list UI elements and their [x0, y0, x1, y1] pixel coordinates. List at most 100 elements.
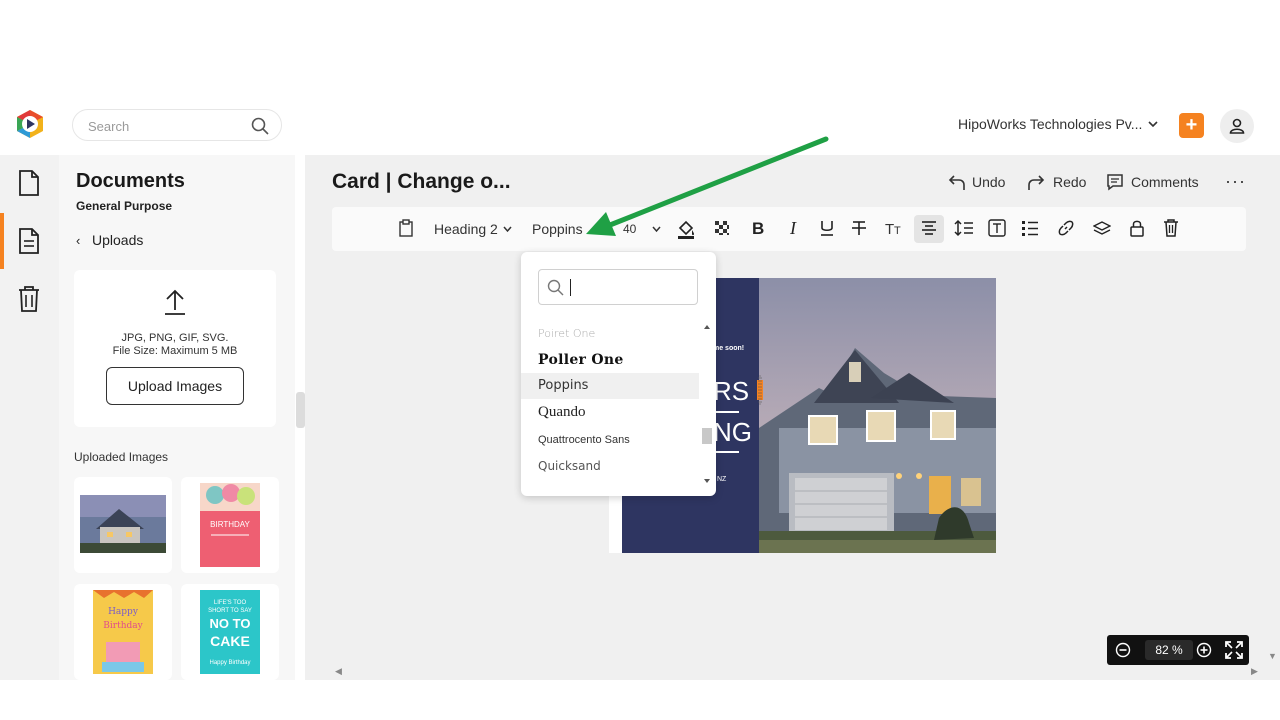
upload-requirements: JPG, PNG, GIF, SVG. File Size: Maximum 5… [74, 332, 276, 358]
comments-label: Comments [1131, 174, 1199, 190]
delete-icon[interactable] [1163, 219, 1179, 237]
upload-arrow-icon [165, 289, 185, 315]
card-text-top: me soon! [713, 345, 744, 352]
align-center-icon[interactable] [920, 219, 938, 237]
thumb-cake-text: CAKE [210, 633, 250, 649]
thumb-birthday-text: BIRTHDAY [210, 520, 250, 529]
rail-item-new-document[interactable] [0, 155, 59, 211]
uploaded-image-birthday-yellow[interactable]: Happy Birthday [74, 584, 172, 680]
fullscreen-icon[interactable] [1225, 641, 1243, 659]
chevron-down-icon[interactable] [1147, 118, 1159, 130]
document-lines-icon [19, 228, 39, 254]
svg-text:T: T [885, 221, 894, 237]
fill-color-icon[interactable] [676, 219, 696, 239]
format-toolbar: Heading 2 Poppins 40 B I T T [332, 207, 1246, 251]
birthday-yellow-thumbnail: Happy Birthday [93, 590, 153, 674]
italic-icon[interactable]: I [786, 219, 802, 237]
uploaded-image-house[interactable] [74, 477, 172, 573]
search-icon [547, 279, 564, 296]
zoom-control: 82 % [1107, 635, 1249, 665]
svg-text:B: B [752, 219, 764, 237]
font-search-input[interactable] [538, 269, 698, 305]
font-option-quattrocento-sans[interactable]: Quattrocento Sans [521, 427, 699, 453]
more-options-icon[interactable]: ··· [1225, 171, 1246, 192]
zoom-in-icon[interactable] [1196, 642, 1212, 658]
link-icon[interactable] [1057, 219, 1075, 237]
panel-subtitle: General Purpose [76, 199, 173, 213]
undo-icon [948, 175, 965, 190]
card-text-rs: RS [713, 376, 749, 406]
user-icon [1229, 118, 1245, 134]
birthday-pink-thumbnail: BIRTHDAY [200, 483, 260, 567]
scroll-down-icon[interactable]: ▼ [1268, 651, 1277, 661]
uploaded-image-birthday-pink[interactable]: BIRTHDAY [181, 477, 279, 573]
thumb-no-to-text: NO TO [210, 616, 251, 631]
underline-icon[interactable] [818, 219, 836, 237]
rail-item-trash[interactable] [0, 271, 59, 327]
font-option-poller-one[interactable]: Poller One [521, 347, 699, 373]
zoom-number: 82 [1155, 643, 1169, 657]
zoom-value[interactable]: 82 % [1145, 640, 1193, 660]
upload-images-button[interactable]: Upload Images [106, 367, 244, 405]
uploaded-images-label: Uploaded Images [74, 450, 169, 464]
text-style-select[interactable]: Heading 2 [434, 221, 498, 237]
dropdown-scrollbar[interactable] [701, 320, 713, 488]
scroll-right-icon[interactable]: ▶ [1251, 666, 1258, 677]
list-icon[interactable] [1021, 219, 1039, 237]
scroll-left-icon[interactable]: ◀ [335, 666, 342, 677]
uploads-panel: Documents General Purpose ‹ Uploads JPG, … [59, 155, 295, 680]
back-label: Uploads [92, 232, 144, 248]
svg-text:I: I [789, 219, 797, 237]
layers-icon[interactable] [1093, 219, 1111, 237]
card-text-ng: NG [713, 417, 752, 447]
font-family-select[interactable]: Poppins [532, 221, 583, 237]
editor-area: Card | Change o... Undo Redo Comments ··… [305, 155, 1280, 680]
document-icon [19, 170, 39, 196]
undo-label: Undo [972, 174, 1006, 190]
thumb-lifes-text: LIFE'S TOO [214, 600, 247, 606]
app-logo[interactable] [14, 108, 46, 140]
chevron-down-icon[interactable] [651, 224, 662, 235]
text-box-icon[interactable] [988, 219, 1006, 237]
panel-collapse-handle[interactable] [296, 392, 305, 428]
upload-types: JPG, PNG, GIF, SVG. [121, 332, 229, 344]
uploaded-image-cake-teal[interactable]: LIFE'S TOO SHORT TO SAY NO TO CAKE Happy… [181, 584, 279, 680]
thumb-happy-birthday-text: Happy Birthday [209, 660, 250, 666]
thumb-short-text: SHORT TO SAY [208, 608, 252, 614]
comment-icon [1107, 174, 1123, 191]
back-to-uploads[interactable]: ‹ Uploads [76, 232, 143, 248]
upload-dropzone[interactable]: JPG, PNG, GIF, SVG. File Size: Maximum 5… [74, 270, 276, 427]
document-title[interactable]: Card | Change o... [332, 170, 511, 194]
panel-title: Documents [76, 170, 185, 192]
font-option-poiret-one[interactable]: Poiret One [521, 321, 699, 347]
zoom-unit: % [1172, 643, 1183, 657]
bold-icon[interactable]: B [750, 219, 766, 237]
chevron-down-icon[interactable] [502, 224, 513, 235]
add-button[interactable]: + [1179, 113, 1204, 138]
cake-teal-thumbnail: LIFE'S TOO SHORT TO SAY NO TO CAKE Happy… [200, 590, 260, 674]
redo-icon [1028, 175, 1045, 190]
trash-icon [19, 286, 39, 312]
user-avatar-button[interactable] [1220, 109, 1254, 143]
zoom-out-icon[interactable] [1115, 642, 1131, 658]
transparency-icon[interactable] [713, 219, 731, 237]
house-thumbnail [80, 495, 166, 553]
redo-label: Redo [1053, 174, 1087, 190]
org-switcher[interactable]: HipoWorks Technologies Pv... [958, 116, 1142, 132]
search-box[interactable]: Search [72, 109, 282, 141]
strikethrough-icon[interactable] [850, 219, 868, 237]
font-option-poppins[interactable]: Poppins [521, 373, 699, 399]
search-placeholder: Search [88, 119, 130, 134]
font-size-select[interactable]: 40 [623, 222, 636, 236]
font-option-quicksand[interactable]: Quicksand [521, 453, 699, 479]
clipboard-icon[interactable] [398, 219, 414, 237]
text-case-icon[interactable]: T T [884, 219, 904, 237]
left-icon-rail [0, 155, 59, 680]
rail-item-documents[interactable] [0, 213, 59, 269]
search-icon[interactable] [251, 117, 269, 135]
thumb-happy-text: Happy [108, 607, 139, 617]
line-spacing-icon[interactable] [954, 219, 974, 237]
font-option-quando[interactable]: Quando [521, 399, 699, 425]
lock-icon[interactable] [1129, 219, 1145, 237]
chevron-left-icon: ‹ [76, 233, 81, 248]
